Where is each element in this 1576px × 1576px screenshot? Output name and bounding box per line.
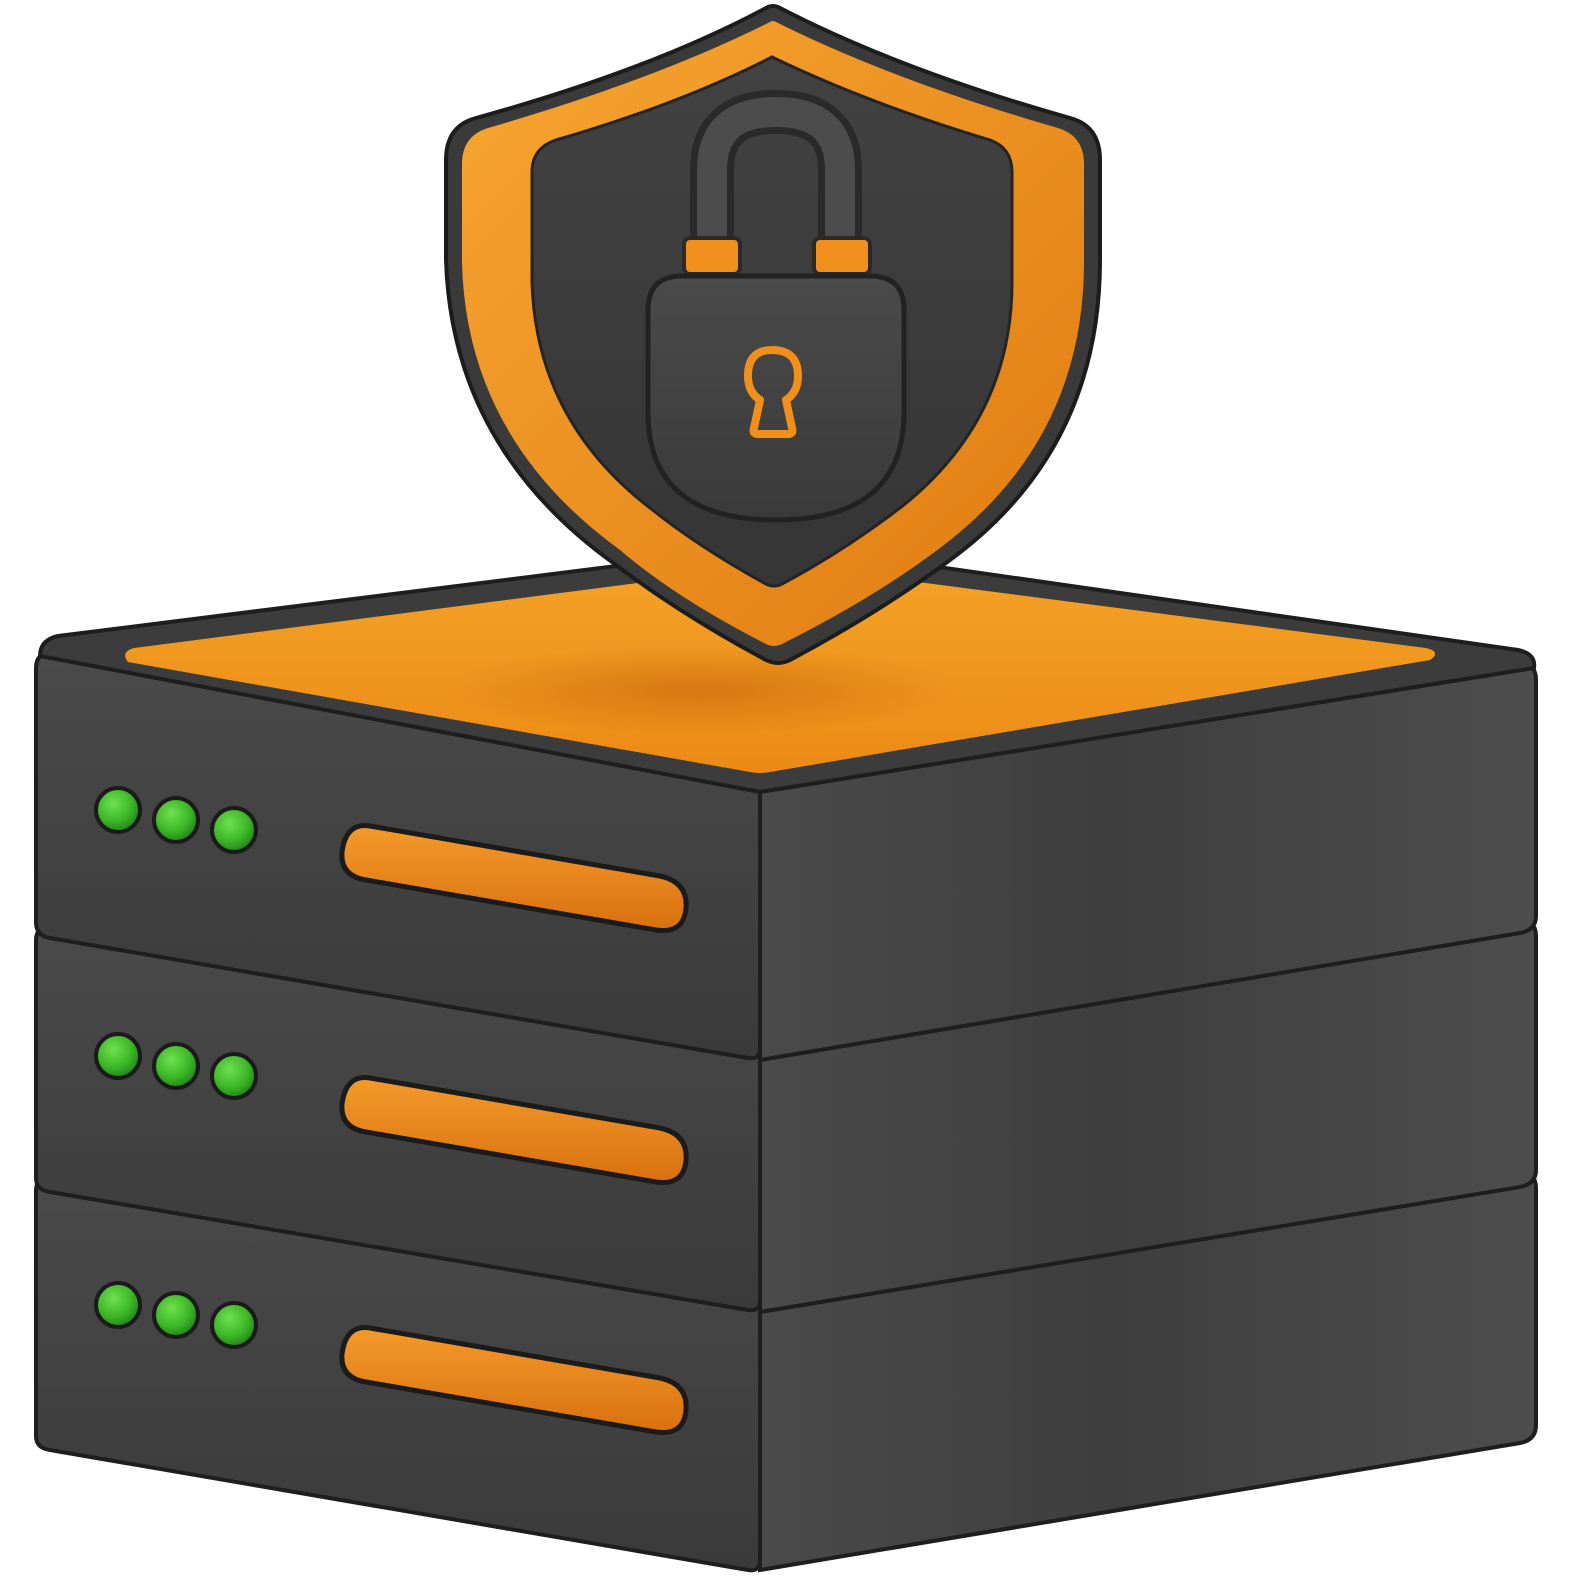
status-led-icon	[210, 806, 258, 854]
status-led-icon	[152, 1291, 200, 1339]
server-security-illustration	[34, 4, 1538, 1573]
status-led-icon	[152, 796, 200, 844]
status-led-icon	[210, 1301, 258, 1349]
shield-icon	[444, 4, 1102, 665]
server-stack-icon	[34, 544, 1538, 1573]
illustration-stage	[0, 0, 1576, 1576]
status-led-icon	[94, 1281, 142, 1329]
status-led-icon	[152, 1042, 200, 1090]
status-led-icon	[94, 786, 142, 834]
shield-shadow	[440, 645, 960, 735]
status-led-icon	[210, 1052, 258, 1100]
status-led-icon	[94, 1032, 142, 1080]
